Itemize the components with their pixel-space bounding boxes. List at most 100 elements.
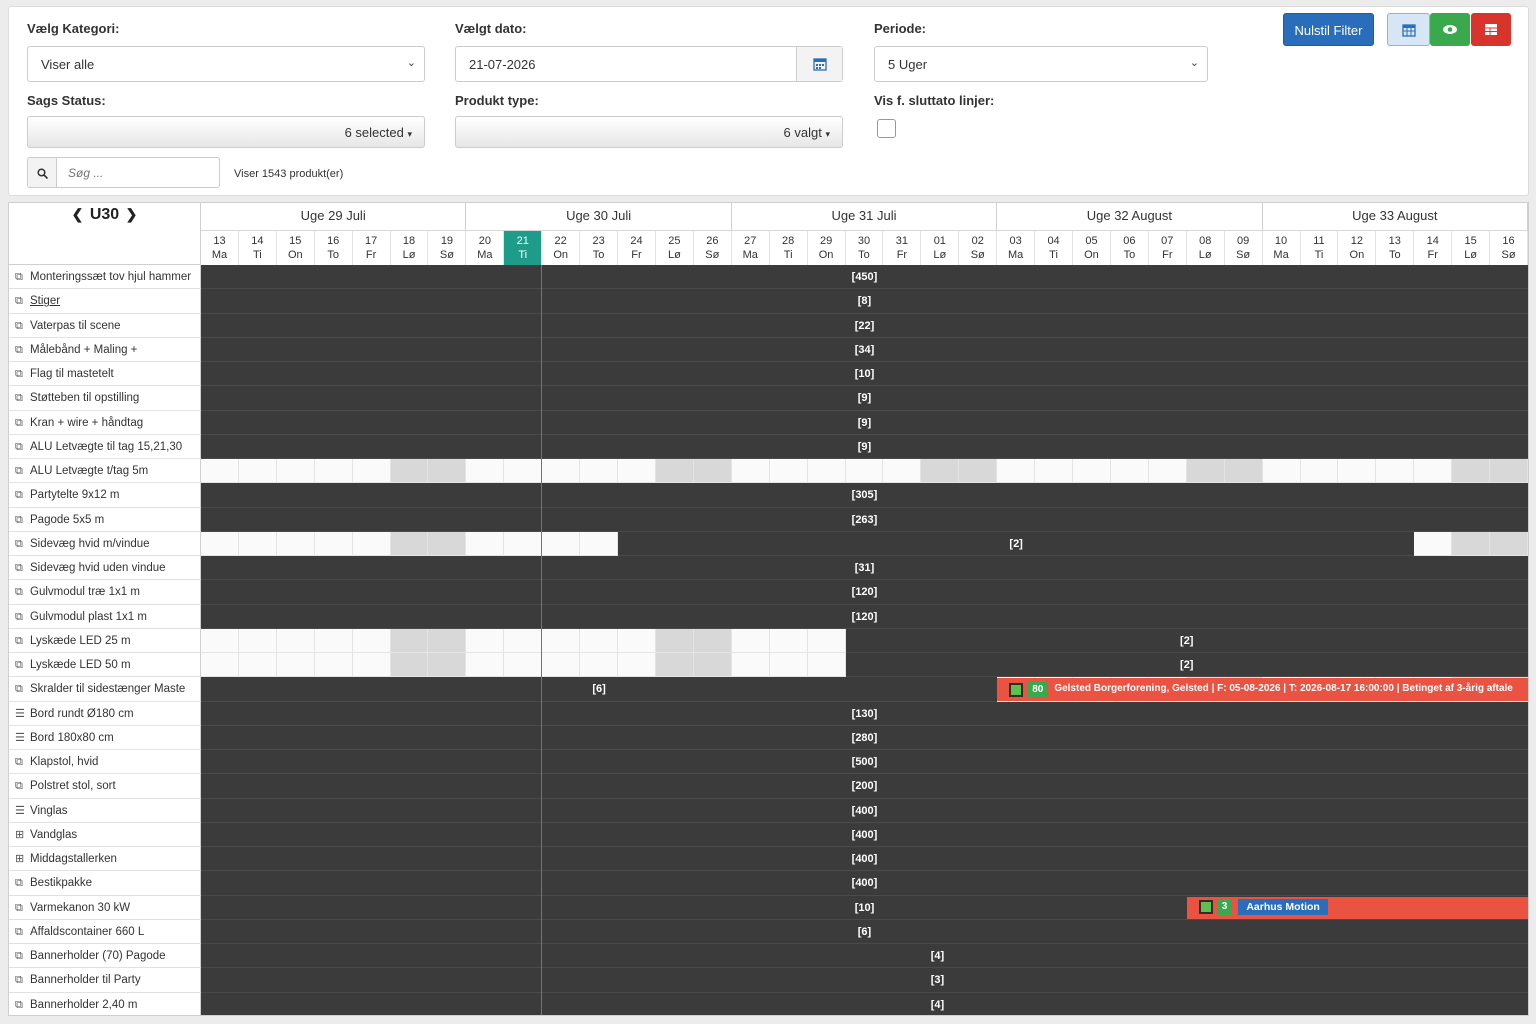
day-cell[interactable] <box>276 531 315 557</box>
row-label[interactable]: ⧉ Lyskæde LED 25 m <box>9 628 201 654</box>
day-cell[interactable] <box>921 459 960 484</box>
day-header[interactable]: 27 Ma <box>732 231 770 265</box>
day-header[interactable]: 15 On <box>277 231 315 265</box>
day-cell[interactable] <box>504 653 543 678</box>
day-cell[interactable] <box>1414 459 1453 484</box>
booking-event[interactable]: 3 Aarhus Motion <box>1186 896 1528 919</box>
day-cell[interactable] <box>693 459 732 484</box>
day-cell[interactable] <box>580 459 619 484</box>
availability-bar[interactable]: [305] <box>201 483 1528 508</box>
availability-bar[interactable]: [9] <box>201 434 1528 460</box>
day-header[interactable]: 03 Ma <box>997 231 1036 265</box>
day-cell[interactable] <box>618 628 656 654</box>
day-cell[interactable] <box>504 531 543 557</box>
day-cell[interactable] <box>693 628 732 654</box>
search-input[interactable] <box>57 157 220 188</box>
day-cell[interactable] <box>352 531 391 557</box>
day-cell[interactable] <box>769 653 808 678</box>
day-cell[interactable] <box>276 459 315 484</box>
day-cell[interactable] <box>845 459 884 484</box>
day-header[interactable]: 12 On <box>1338 231 1377 265</box>
day-header[interactable]: 19 Sø <box>428 231 467 265</box>
day-cell[interactable] <box>655 653 694 678</box>
day-header[interactable]: 01 Lø <box>921 231 960 265</box>
day-cell[interactable] <box>1148 459 1187 484</box>
day-cell[interactable] <box>1300 459 1339 484</box>
availability-bar[interactable]: [120] <box>201 604 1528 629</box>
availability-bar[interactable]: [6] <box>201 919 1528 945</box>
availability-bar[interactable]: [22] <box>201 313 1528 338</box>
row-label[interactable]: ⧉ Bannerholder (70) Pagode <box>9 944 201 969</box>
availability-bar[interactable]: [120] <box>201 580 1528 605</box>
product-name[interactable]: Stiger <box>30 295 60 307</box>
day-cell[interactable] <box>390 653 429 678</box>
availability-bar[interactable]: [130] <box>201 701 1528 726</box>
day-header[interactable]: 07 Fr <box>1149 231 1187 265</box>
day-header[interactable]: 26 Sø <box>694 231 732 265</box>
row-label[interactable]: ⧉ Monteringssæt tov hjul hammer <box>9 265 201 290</box>
day-cell[interactable] <box>238 628 277 654</box>
day-header[interactable]: 30 To <box>846 231 884 265</box>
availability-bar[interactable]: [31] <box>201 556 1528 581</box>
day-cell[interactable] <box>1490 531 1528 557</box>
day-header[interactable]: 20 Ma <box>466 231 505 265</box>
day-cell[interactable] <box>1224 459 1263 484</box>
status-multiselect[interactable]: 6 selected ▾ <box>27 116 425 148</box>
availability-bar[interactable]: [8] <box>201 289 1528 314</box>
day-cell[interactable] <box>769 459 808 484</box>
availability-bar[interactable]: [2] <box>618 531 1415 557</box>
row-label[interactable]: ☰ Bord rundt Ø180 cm <box>9 701 201 726</box>
day-cell[interactable] <box>276 653 315 678</box>
kategori-select[interactable]: Viser alle ⌄ <box>27 46 425 82</box>
day-cell[interactable] <box>1073 459 1111 484</box>
availability-bar[interactable]: [4] <box>201 944 1528 969</box>
day-cell[interactable] <box>314 653 353 678</box>
customer-tag[interactable]: Aarhus Motion <box>1238 899 1328 916</box>
calendar-button[interactable] <box>796 47 842 81</box>
day-header[interactable]: 14 Ti <box>239 231 277 265</box>
day-cell[interactable] <box>580 531 619 557</box>
booking-event[interactable]: 80 Gelsted Borgerforening, Gelsted | F: 0… <box>997 678 1528 701</box>
prev-week-icon[interactable]: ❮ <box>72 206 84 222</box>
day-cell[interactable] <box>655 628 694 654</box>
day-header[interactable]: 10 Ma <box>1263 231 1301 265</box>
day-cell[interactable] <box>276 628 315 654</box>
row-label[interactable]: ⧉ Stiger <box>9 289 201 314</box>
day-cell[interactable] <box>1490 459 1528 484</box>
day-cell[interactable] <box>693 653 732 678</box>
day-header[interactable]: 09 Sø <box>1225 231 1263 265</box>
availability-bar[interactable]: [2] <box>845 628 1528 654</box>
day-cell[interactable] <box>390 628 429 654</box>
day-cell[interactable] <box>504 459 543 484</box>
day-cell[interactable] <box>997 459 1036 484</box>
day-header[interactable]: 13 To <box>1376 231 1415 265</box>
day-cell[interactable] <box>238 531 277 557</box>
row-label[interactable]: ⧉ Bannerholder til Party <box>9 968 201 993</box>
day-cell[interactable] <box>314 459 353 484</box>
day-cell[interactable] <box>731 653 770 678</box>
day-header[interactable]: 13 Ma <box>201 231 239 265</box>
day-cell[interactable] <box>1110 459 1149 484</box>
eye-view-button[interactable] <box>1430 13 1470 46</box>
day-cell[interactable] <box>1186 459 1225 484</box>
day-cell[interactable] <box>959 459 998 484</box>
day-cell[interactable] <box>1452 531 1491 557</box>
availability-bar[interactable]: [4] <box>201 992 1528 1015</box>
day-cell[interactable] <box>807 653 846 678</box>
day-header[interactable]: 24 Fr <box>618 231 656 265</box>
availability-bar[interactable]: [9] <box>201 386 1528 411</box>
availability-bar[interactable]: [400] <box>201 871 1528 896</box>
day-cell[interactable] <box>1262 459 1301 484</box>
day-cell[interactable] <box>1035 459 1074 484</box>
dato-input[interactable]: 21-07-2026 <box>455 46 843 82</box>
day-header[interactable]: 04 Ti <box>1035 231 1074 265</box>
day-header[interactable]: 11 Ti <box>1301 231 1339 265</box>
day-header[interactable]: 23 To <box>580 231 619 265</box>
row-label[interactable]: ⧉ Lyskæde LED 50 m <box>9 653 201 678</box>
day-header[interactable]: 18 Lø <box>391 231 429 265</box>
day-cell[interactable] <box>428 653 467 678</box>
day-cell[interactable] <box>618 653 656 678</box>
day-cell[interactable] <box>201 531 239 557</box>
day-cell[interactable] <box>618 459 656 484</box>
day-cell[interactable] <box>201 459 239 484</box>
